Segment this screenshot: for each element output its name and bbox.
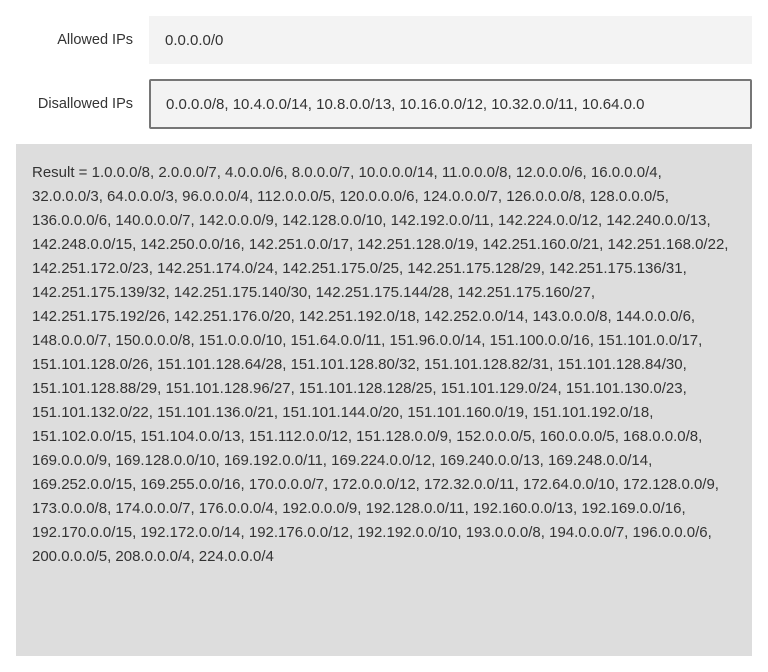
disallowed-ips-input[interactable]	[149, 79, 752, 129]
disallowed-ips-row: Disallowed IPs	[0, 79, 768, 129]
allowed-ips-label: Allowed IPs	[57, 32, 133, 48]
disallowed-ips-label: Disallowed IPs	[37, 96, 133, 112]
result-text: Result = 1.0.0.0/8, 2.0.0.0/7, 4.0.0.0/6…	[32, 164, 729, 565]
allowed-ips-row: Allowed IPs	[0, 16, 768, 64]
allowed-ips-input[interactable]	[149, 16, 752, 64]
result-panel: Result = 1.0.0.0/8, 2.0.0.0/7, 4.0.0.0/6…	[16, 144, 752, 656]
